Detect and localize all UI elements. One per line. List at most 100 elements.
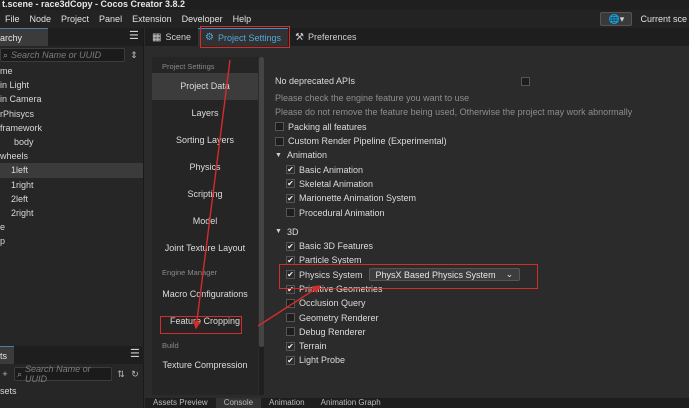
bottom-tab-row: Assets Preview Console Animation Animati… — [145, 398, 689, 408]
menu-panel[interactable]: Panel — [94, 14, 127, 24]
language-button[interactable]: 🌐▾ — [600, 12, 633, 26]
basic-animation-label: Basic Animation — [299, 164, 364, 175]
tree-item[interactable]: framework — [0, 121, 143, 135]
procedural-row: Procedural Animation — [275, 205, 689, 219]
tree-item[interactable]: e — [0, 220, 143, 234]
physics-system-label: Physics System — [299, 269, 363, 280]
tree-item[interactable]: me — [0, 64, 143, 78]
tab-assets-preview[interactable]: Assets Preview — [145, 398, 216, 408]
search-icon: ⌕ — [17, 368, 23, 379]
menu-project[interactable]: Project — [56, 14, 94, 24]
feature-cropping-content: No deprecated APIs Please check the engi… — [275, 71, 689, 368]
no-deprecated-checkbox[interactable] — [521, 76, 530, 86]
chevron-down-icon: ⌄ — [505, 269, 514, 280]
tab-animation-graph[interactable]: Animation Graph — [313, 398, 389, 408]
occlusion-checkbox[interactable] — [286, 298, 295, 308]
sort-icon[interactable]: ⇅ — [116, 369, 126, 380]
tree-item[interactable]: 1right — [0, 178, 143, 192]
collapse-icon[interactable]: ⇕ — [129, 50, 139, 61]
tree-item[interactable]: in Light — [0, 78, 143, 92]
nav-item-macro-configurations[interactable]: Macro Configurations — [152, 281, 258, 308]
refresh-icon[interactable]: ↻ — [130, 369, 140, 380]
tab-scene[interactable]: ▦ Scene — [145, 28, 198, 46]
nav-item-joint-texture-layout[interactable]: Joint Texture Layout — [152, 235, 258, 262]
primitive-row: ✔ Primitive Geometries — [275, 282, 689, 296]
nav-item-physics[interactable]: Physics — [152, 154, 258, 181]
animation-group-row[interactable]: ▼ Animation — [275, 148, 689, 162]
menu-file[interactable]: File — [0, 14, 25, 24]
menu-extension[interactable]: Extension — [127, 14, 177, 24]
marionette-label: Marionette Animation System — [299, 193, 417, 204]
menu-node[interactable]: Node — [25, 14, 57, 24]
hierarchy-panel: archy ☰ ⌕ Search Name or UUID ⇕ me in Li… — [0, 28, 144, 408]
terrain-checkbox[interactable]: ✔ — [286, 341, 295, 351]
packing-label: Packing all features — [288, 121, 367, 132]
tab-animation[interactable]: Animation — [261, 398, 313, 408]
nav-item-model[interactable]: Model — [152, 208, 258, 235]
nav-scroll-thumb[interactable] — [259, 57, 264, 347]
tab-project-settings-label: Project Settings — [217, 32, 281, 43]
light-probe-checkbox[interactable]: ✔ — [286, 355, 295, 365]
nav-item-project-data[interactable]: Project Data — [152, 73, 258, 100]
packing-row: Packing all features — [275, 120, 689, 134]
geometry-checkbox[interactable] — [286, 313, 295, 323]
tab-project-settings[interactable]: ⚙ Project Settings — [197, 28, 288, 46]
primitive-checkbox[interactable]: ✔ — [286, 284, 295, 294]
custom-pipeline-checkbox[interactable] — [275, 136, 284, 146]
tree-item[interactable]: rPhisycs — [0, 107, 143, 121]
tree-item[interactable]: wheels — [0, 149, 143, 163]
particle-checkbox[interactable]: ✔ — [286, 255, 295, 265]
primitive-label: Primitive Geometries — [299, 284, 383, 294]
nav-item-layers[interactable]: Layers — [152, 100, 258, 127]
tree-item-selected[interactable]: 1left — [0, 163, 143, 178]
physics-system-checkbox[interactable]: ✔ — [286, 270, 295, 280]
nav-item-feature-cropping[interactable]: Feature Cropping — [152, 308, 258, 335]
nav-item-scripting[interactable]: Scripting — [152, 181, 258, 208]
settings-nav: Project Settings Project Data Layers Sor… — [152, 57, 258, 395]
threed-group-row[interactable]: ▼ 3D — [275, 225, 689, 239]
tree-item[interactable]: p — [0, 234, 143, 248]
assets-root-item[interactable]: sets — [0, 384, 17, 398]
skeletal-animation-row: ✔ Skeletal Animation — [275, 177, 689, 191]
basic-3d-checkbox[interactable]: ✔ — [286, 241, 295, 251]
physics-system-row: ✔ Physics System PhysX Based Physics Sys… — [275, 268, 689, 282]
tree-item[interactable]: 2left — [0, 192, 143, 206]
assets-tab-row: ts ☰ — [0, 346, 144, 364]
assets-hamburger-icon[interactable]: ☰ — [130, 349, 140, 360]
tab-preferences[interactable]: ⚒ Preferences — [288, 28, 364, 46]
nav-group-label: Build — [162, 341, 179, 350]
threed-group-label: 3D — [287, 226, 299, 237]
assets-tab[interactable]: ts — [0, 346, 14, 364]
menu-help[interactable]: Help — [228, 14, 257, 24]
terrain-row: ✔ Terrain — [275, 339, 689, 353]
menu-developer[interactable]: Developer — [177, 14, 228, 24]
hierarchy-tab[interactable]: archy — [0, 28, 48, 46]
debug-checkbox[interactable] — [286, 327, 295, 337]
tab-preferences-label: Preferences — [307, 32, 357, 42]
assets-search-input[interactable]: ⌕ Search Name or UUID — [14, 364, 112, 384]
nav-item-texture-compression[interactable]: Texture Compression — [152, 352, 258, 379]
physics-backend-select[interactable]: PhysX Based Physics System ⌄ — [368, 268, 521, 282]
tree-item[interactable]: body — [0, 135, 143, 149]
tree-item[interactable]: in Camera — [0, 92, 143, 106]
tab-scene-label: Scene — [165, 32, 191, 42]
assets-search-placeholder: Search Name or UUID — [25, 364, 91, 384]
basic-animation-checkbox[interactable]: ✔ — [286, 165, 295, 175]
packing-checkbox[interactable] — [275, 122, 284, 132]
marionette-checkbox[interactable]: ✔ — [286, 193, 295, 203]
procedural-checkbox[interactable] — [286, 208, 295, 218]
hierarchy-search-input[interactable]: ⌕ Search Name or UUID — [0, 48, 125, 62]
marionette-row: ✔ Marionette Animation System — [275, 191, 689, 205]
globe-icon: 🌐▾ — [608, 13, 625, 24]
hamburger-menu-icon[interactable]: ☰ — [129, 31, 139, 42]
basic-animation-row: ✔ Basic Animation — [275, 162, 689, 176]
occlusion-label: Occlusion Query — [299, 298, 366, 309]
search-icon: ⌕ — [3, 49, 9, 60]
tab-console[interactable]: Console — [215, 398, 262, 408]
add-icon[interactable]: + — [0, 369, 10, 379]
skeletal-animation-checkbox[interactable]: ✔ — [286, 179, 295, 189]
nav-item-sorting-layers[interactable]: Sorting Layers — [152, 127, 258, 154]
chevron-down-icon: ▼ — [275, 151, 282, 159]
tree-item[interactable]: 2right — [0, 206, 143, 220]
nav-scrollbar[interactable] — [259, 57, 264, 395]
